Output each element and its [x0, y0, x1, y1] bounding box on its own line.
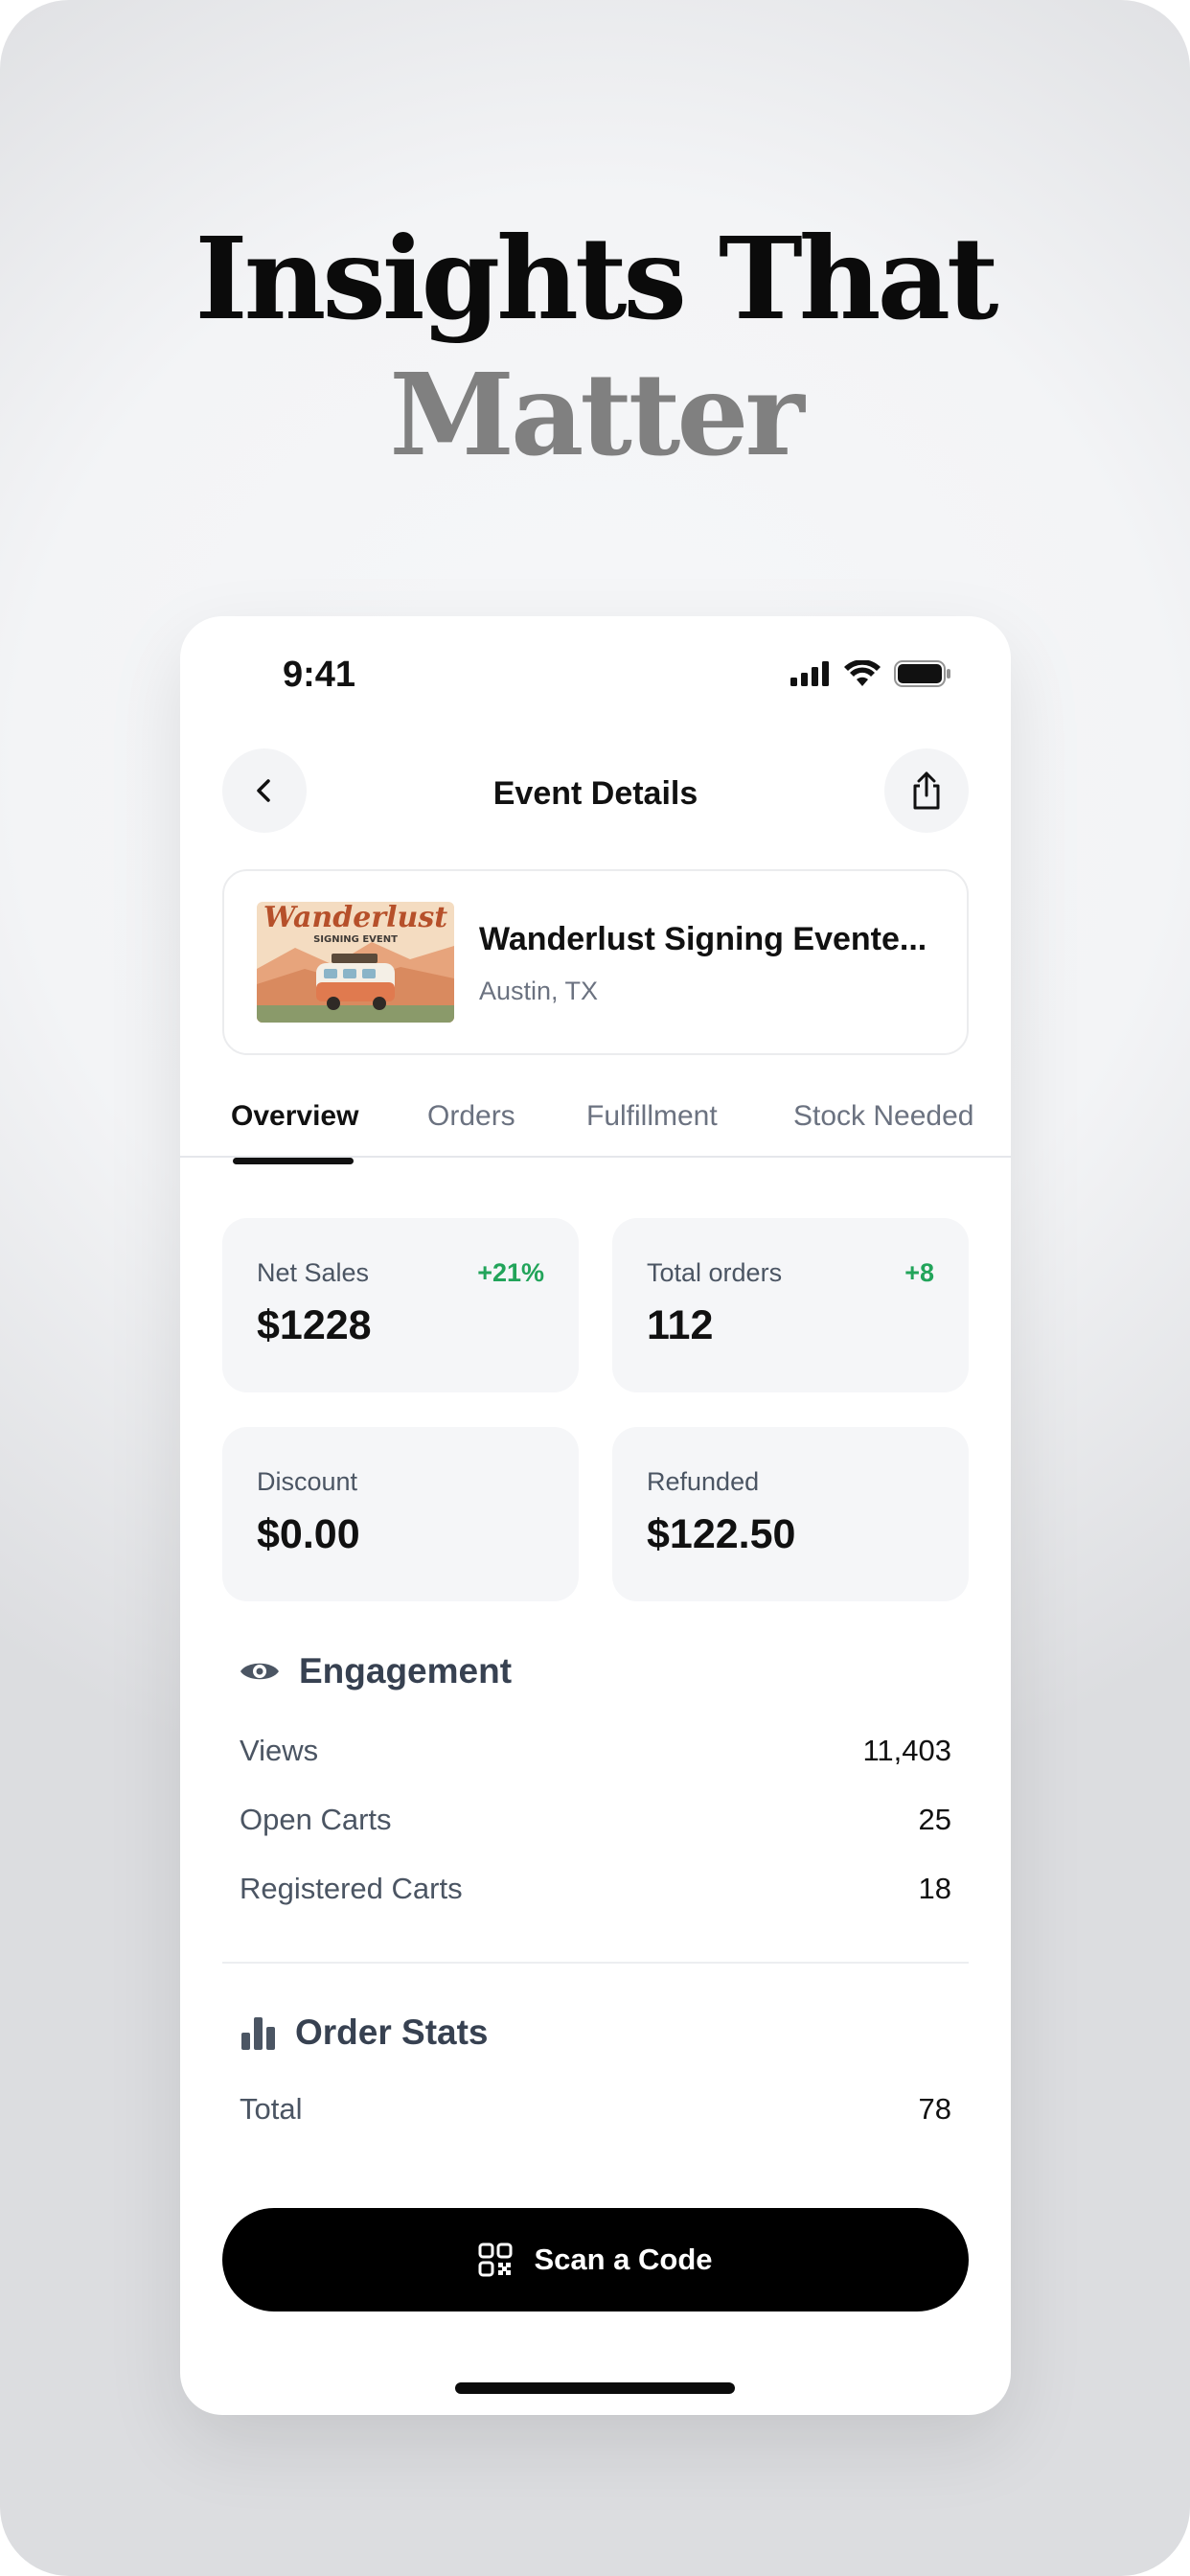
tab-overview[interactable]: Overview: [231, 1100, 358, 1133]
event-thumbnail: Wanderlust SIGNING EVENT: [257, 902, 454, 1023]
stat-card-discount: Discount $0.00: [222, 1427, 579, 1601]
eye-icon: [240, 1663, 279, 1680]
row-label: Open Carts: [240, 1803, 392, 1836]
share-icon: [913, 771, 940, 810]
tab-stock-needed[interactable]: Stock Needed: [793, 1100, 973, 1133]
event-title: Wanderlust Signing Evente...: [479, 921, 927, 957]
row-value: 78: [918, 2092, 951, 2126]
wifi-icon: [844, 660, 881, 686]
tab-bar: Overview Orders Fulfillment Stock Needed: [180, 1100, 1011, 1158]
marketing-headline: Insights That Matter: [0, 211, 1190, 483]
stat-value: $1228: [257, 1302, 372, 1348]
stat-delta: +21%: [477, 1258, 544, 1287]
order-stats-row-total: Total 78: [240, 2092, 951, 2127]
stat-value: 112: [647, 1302, 714, 1348]
battery-icon: [894, 660, 950, 687]
engagement-row-open-carts: Open Carts 25: [240, 1803, 951, 1837]
stat-card-total-orders: Total orders +8 112: [612, 1218, 969, 1392]
svg-text:Wanderlust: Wanderlust: [263, 902, 447, 934]
stat-label: Net Sales: [257, 1258, 370, 1287]
scan-code-label: Scan a Code: [534, 2242, 713, 2276]
row-label: Views: [240, 1734, 319, 1767]
stat-value: $122.50: [647, 1511, 796, 1557]
stat-card-net-sales: Net Sales +21% $1228: [222, 1218, 579, 1392]
stat-card-refunded: Refunded $122.50: [612, 1427, 969, 1601]
status-time: 9:41: [283, 655, 356, 695]
qr-code-icon: [478, 2242, 513, 2277]
stat-label: Refunded: [647, 1467, 760, 1496]
status-icons: [790, 660, 951, 687]
engagement-title: Engagement: [299, 1651, 513, 1690]
phone-screen: 9:41 Event Details Wanderlust SIGNING EV…: [180, 616, 1011, 2415]
tab-fulfillment[interactable]: Fulfillment: [586, 1100, 718, 1133]
engagement-row-registered-carts: Registered Carts 18: [240, 1872, 951, 1906]
event-location: Austin, TX: [479, 977, 599, 1005]
engagement-row-views: Views 11,403: [240, 1734, 951, 1768]
row-value: 25: [918, 1803, 951, 1836]
engagement-header: Engagement: [240, 1651, 512, 1691]
svg-text:SIGNING EVENT: SIGNING EVENT: [313, 934, 398, 945]
section-divider: [222, 1962, 969, 1964]
headline-line-2: Matter: [389, 348, 804, 481]
headline-line-1: Insights That: [195, 212, 998, 345]
cellular-signal-icon: [790, 661, 829, 686]
row-value: 18: [918, 1872, 951, 1905]
active-tab-indicator: [233, 1158, 354, 1164]
row-label: Registered Carts: [240, 1872, 463, 1905]
stat-delta: +8: [904, 1258, 934, 1287]
row-value: 11,403: [862, 1734, 951, 1767]
stat-label: Discount: [257, 1467, 358, 1496]
tab-orders[interactable]: Orders: [427, 1100, 515, 1133]
scan-code-button[interactable]: Scan a Code: [222, 2208, 969, 2312]
home-indicator: [455, 2382, 735, 2394]
background-canvas: Insights That Matter 9:41 Event Details …: [0, 0, 1190, 2576]
event-card[interactable]: Wanderlust SIGNING EVENT Wanderlust Sign…: [222, 869, 969, 1055]
stat-value: $0.00: [257, 1511, 360, 1557]
row-label: Total: [240, 2092, 303, 2126]
share-button[interactable]: [884, 748, 969, 833]
bar-chart-icon: [241, 2017, 275, 2050]
order-stats-header: Order Stats: [240, 2012, 489, 2053]
stat-label: Total orders: [647, 1258, 783, 1287]
order-stats-title: Order Stats: [295, 2012, 489, 2052]
